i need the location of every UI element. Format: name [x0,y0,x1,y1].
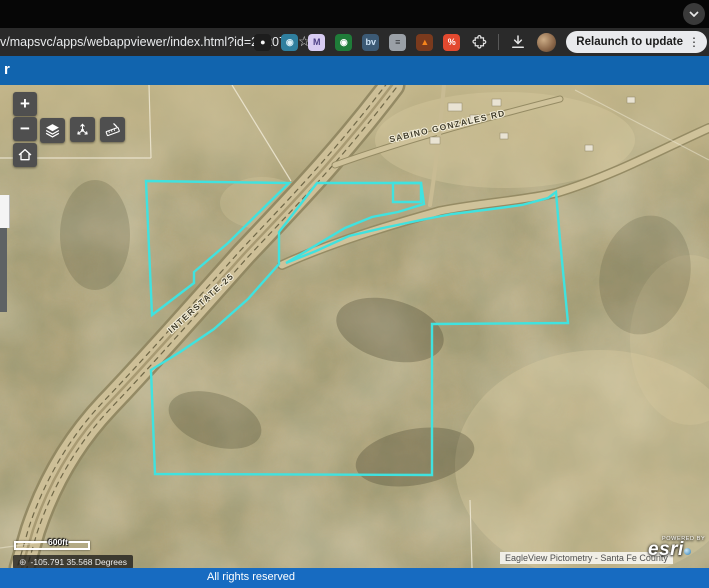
esri-logo-block: POWERED BY esri [648,536,706,560]
percent-extension-icon[interactable]: % [443,34,460,51]
measure-icon [104,121,121,138]
browser-toolbar: v/mapsvc/apps/webappviewer/index.html?id… [0,28,709,57]
zoom-out-button[interactable]: − [13,117,37,141]
zoom-in-button[interactable]: + [13,92,37,116]
bv-extension-icon[interactable]: bv [362,34,379,51]
app-title-partial: r [4,56,10,85]
coordinates-text: -105.791 35.568 Degrees [31,557,127,567]
esri-logo: esri [648,539,684,560]
footer-text: All rights reserved [207,568,295,588]
left-panel-edge [0,195,10,228]
map-viewport[interactable]: SABINO GONZALES RD INTERSTATE-25 + − [0,85,709,568]
coordinates-badge: ⊕ -105.791 35.568 Degrees [13,555,133,568]
toolbar-separator [498,34,499,50]
left-scrollbar-edge[interactable] [0,228,7,312]
scale-bar-label: 600ft [48,537,68,547]
layers-icon [44,122,61,139]
measure-button[interactable] [100,117,125,142]
address-bar[interactable]: v/mapsvc/apps/webappviewer/index.html?id… [0,28,296,56]
map-attribution: EagleView Pictometry - Santa Fe County [500,552,673,564]
toolbar-right-cluster: ● ◉ M ◉ bv ≡ ▲ % Relaunch to update ⋮ [254,28,707,56]
green-dot-extension-icon[interactable]: ◉ [335,34,352,51]
cat-extension-icon[interactable]: ● [254,34,271,51]
layers-button[interactable] [40,118,65,143]
tab-search-button[interactable] [683,3,705,25]
camera-extension-icon[interactable]: ◉ [281,34,298,51]
browser-top-strip [0,0,709,28]
home-icon [17,147,33,163]
extensions-puzzle-icon[interactable] [470,33,488,51]
chevron-down-icon [689,11,699,17]
m-extension-icon[interactable]: M [308,34,325,51]
fox-extension-icon[interactable]: ▲ [416,34,433,51]
menu-dots-icon[interactable]: ⋮ [688,35,700,49]
downloads-icon[interactable] [509,33,527,51]
share-button[interactable] [70,117,95,142]
share-arrows-icon [74,121,91,138]
esri-globe-icon [684,548,691,555]
home-extent-button[interactable] [13,143,37,167]
screen: { "browser": { "url": "v/mapsvc/apps/web… [0,0,709,588]
app-header: r [0,56,709,85]
relaunch-label: Relaunch to update [576,36,683,48]
map-canvas[interactable]: SABINO GONZALES RD INTERSTATE-25 [0,85,709,568]
crosshair-icon[interactable]: ⊕ [19,558,27,567]
relaunch-update-button[interactable]: Relaunch to update ⋮ [566,31,707,53]
app-footer: All rights reserved [0,568,709,588]
globe-extension-icon[interactable]: ≡ [389,34,406,51]
profile-avatar[interactable] [537,33,556,52]
